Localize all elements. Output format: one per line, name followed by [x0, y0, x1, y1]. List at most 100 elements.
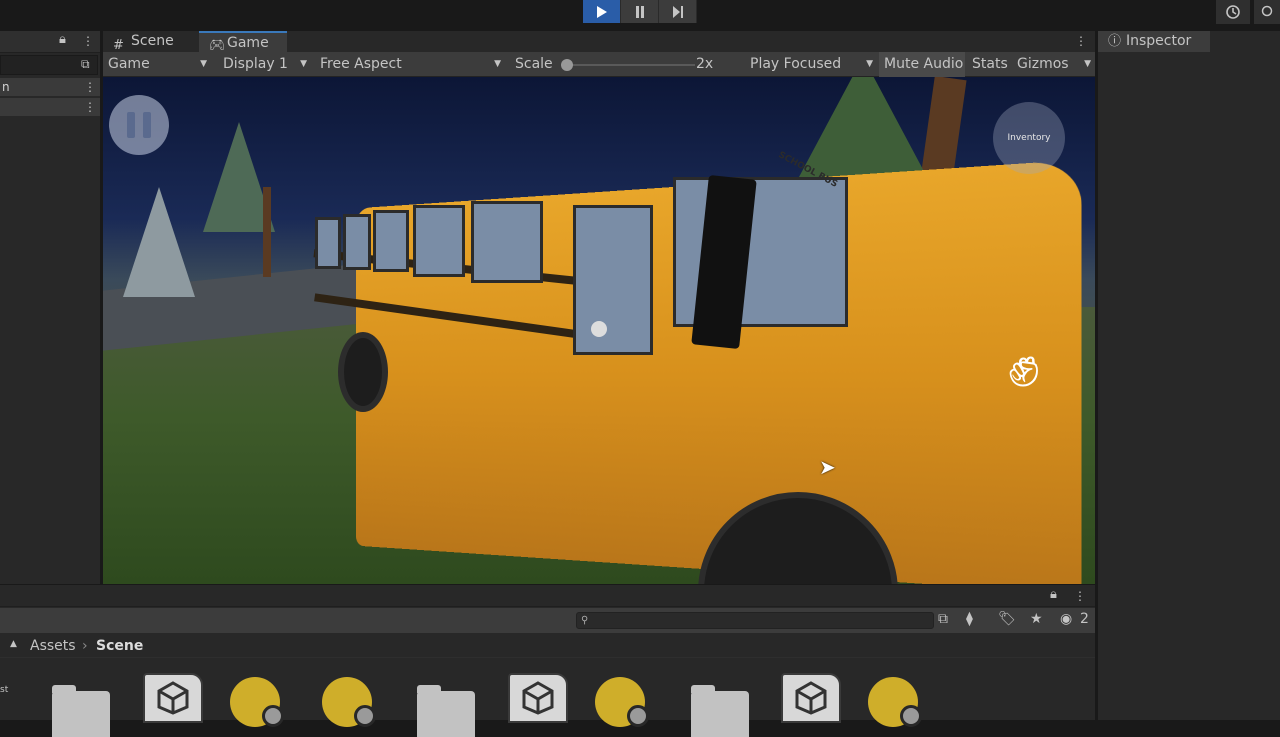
scale-value: 2x: [696, 52, 713, 77]
project-panel: 🔒︎ ⋮ ⚲ ⧉ ⧫ 🏷︎ ★ ◉ 2 ▲ Assets › Scene st: [0, 585, 1095, 720]
bus-window: [343, 214, 371, 270]
view-tab-bar: # Scene 🎮︎ Game ⋮: [103, 31, 1095, 52]
unity-cube-icon: [156, 681, 190, 715]
chevron-down-icon: ▼: [494, 52, 501, 77]
hidden-eye-icon[interactable]: ◉: [1060, 611, 1072, 627]
pause-button[interactable]: [621, 0, 659, 23]
inspector-tab-label: Inspector: [1126, 33, 1191, 49]
display-dropdown[interactable]: Display 1 ▼: [215, 52, 311, 77]
game-pause-button[interactable]: [109, 95, 169, 155]
view-mode-dropdown[interactable]: Game ▼: [103, 52, 211, 77]
hidden-count: 2: [1080, 611, 1089, 627]
tab-game-label: Game: [227, 35, 269, 51]
unity-cube-icon: [521, 681, 555, 715]
project-header: 🔒︎ ⋮: [0, 585, 1095, 607]
unity-cube-icon: [794, 681, 828, 715]
info-icon: ⓘ: [1108, 31, 1121, 52]
lock-icon[interactable]: 🔒︎: [1050, 587, 1057, 602]
gear-icon: [900, 705, 922, 727]
gear-icon: [354, 705, 376, 727]
stats-toggle[interactable]: Stats: [967, 52, 1011, 77]
view-mode-label: Game: [108, 56, 150, 72]
bus-door: [573, 205, 653, 355]
display-label: Display 1: [223, 56, 288, 72]
row-menu-icon[interactable]: ⋮: [84, 101, 90, 113]
search-by-type-icon[interactable]: ⧉: [938, 611, 948, 627]
step-button[interactable]: [659, 0, 697, 23]
main-toolbar: [0, 0, 1280, 28]
scene-asset[interactable]: [508, 673, 568, 723]
hierarchy-menu-icon[interactable]: ⋮: [82, 35, 88, 47]
hierarchy-panel: 🔒︎ ⋮ ⧉ n ⋮ ⋮: [0, 31, 100, 584]
filter-by-type-icon[interactable]: ⧫: [966, 611, 973, 627]
tab-game[interactable]: 🎮︎ Game: [199, 31, 287, 52]
breadcrumb-scene[interactable]: Scene: [96, 634, 143, 658]
folder-asset[interactable]: [52, 691, 110, 737]
mouse-cursor-icon: ➤: [819, 455, 836, 479]
pause-icon: [634, 6, 646, 18]
label-icon[interactable]: 🏷︎: [998, 611, 1016, 627]
game-render[interactable]: SCHOOL BUS Inventory ✊︎ ➤: [103, 77, 1095, 584]
breadcrumb-separator: ›: [82, 634, 88, 658]
lock-icon[interactable]: 🔒︎: [59, 32, 66, 47]
asset-search-input[interactable]: ⚲: [576, 612, 934, 629]
search-icon: ⚲: [581, 615, 588, 626]
folder-asset[interactable]: [691, 691, 749, 737]
pause-icon: [143, 112, 151, 138]
undo-history-button[interactable]: [1216, 0, 1250, 24]
favorite-star-icon[interactable]: ★: [1030, 611, 1043, 627]
side-label: st: [0, 685, 8, 695]
pine-tree: [123, 187, 195, 297]
play-mode-label: Play Focused: [750, 56, 841, 72]
play-icon: [596, 6, 608, 18]
play-controls: [583, 0, 697, 23]
scene-asset[interactable]: [781, 673, 841, 723]
project-menu-icon[interactable]: ⋮: [1074, 590, 1080, 602]
game-view-controls: Game ▼ Display 1 ▼ Free Aspect ▼ Scale 2…: [103, 52, 1095, 77]
folder-asset[interactable]: [417, 691, 475, 737]
scene-asset[interactable]: [143, 673, 203, 723]
search-icon: [1260, 5, 1274, 19]
tab-scene-label: Scene: [131, 33, 174, 49]
aspect-dropdown[interactable]: Free Aspect ▼: [315, 52, 505, 77]
tab-scene[interactable]: # Scene: [103, 31, 199, 52]
aspect-label: Free Aspect: [320, 56, 402, 72]
bus-wheel: [338, 332, 388, 412]
gizmos-dropdown[interactable]: Gizmos ▼: [1013, 52, 1095, 77]
step-icon: [672, 6, 684, 18]
search-by-type-icon[interactable]: ⧉: [81, 57, 90, 72]
bus-window: [413, 205, 465, 277]
scale-label: Scale: [515, 52, 553, 77]
breadcrumb: ▲ Assets › Scene: [0, 634, 1095, 658]
gear-icon: [262, 705, 284, 727]
row-menu-icon[interactable]: ⋮: [84, 81, 90, 93]
scale-slider-track[interactable]: [565, 64, 695, 66]
hierarchy-row[interactable]: n ⋮: [0, 78, 100, 96]
play-button[interactable]: [583, 0, 621, 23]
breadcrumb-assets[interactable]: Assets: [30, 634, 76, 658]
chevron-down-icon: ▼: [1084, 52, 1091, 77]
project-toolbar: ⚲ ⧉ ⧫ 🏷︎ ★ ◉ 2: [0, 608, 1095, 633]
global-search-button[interactable]: [1254, 0, 1280, 24]
view-menu-icon[interactable]: ⋮: [1075, 35, 1081, 47]
play-mode-dropdown[interactable]: Play Focused ▼: [745, 52, 877, 77]
bus-window: [471, 201, 543, 283]
grab-hand-icon[interactable]: ✊︎: [1008, 332, 1040, 401]
hierarchy-search-input[interactable]: ⧉: [0, 55, 98, 75]
chevron-down-icon: ▼: [300, 52, 307, 77]
hierarchy-row[interactable]: ⋮: [0, 98, 100, 116]
tab-inspector[interactable]: ⓘ Inspector: [1098, 31, 1210, 52]
inventory-button[interactable]: Inventory: [993, 102, 1065, 174]
mute-audio-toggle[interactable]: Mute Audio: [879, 52, 965, 77]
game-view-panel: # Scene 🎮︎ Game ⋮ Game ▼ Display 1 ▼ Fre…: [103, 31, 1095, 584]
scale-slider-handle[interactable]: [561, 59, 573, 71]
bus-window: [315, 217, 341, 269]
gear-icon: [627, 705, 649, 727]
pause-icon: [127, 112, 135, 138]
chevron-down-icon: ▼: [200, 52, 207, 77]
history-icon: [1225, 4, 1241, 20]
hierarchy-header: 🔒︎ ⋮: [0, 31, 100, 53]
panel-divider[interactable]: [0, 584, 1095, 585]
chevron-up-icon[interactable]: ▲: [10, 632, 17, 656]
chevron-down-icon: ▼: [866, 52, 873, 77]
